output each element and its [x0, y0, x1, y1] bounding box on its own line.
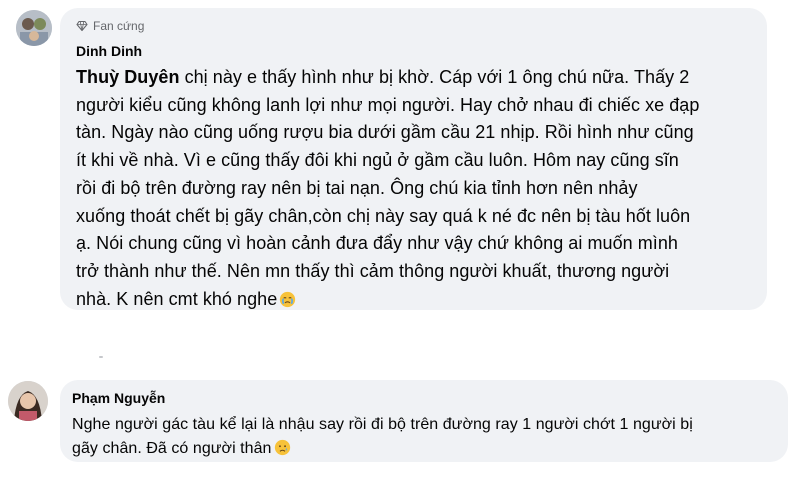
- comment-bubble: Fan cứng Dinh Dinh Thuỳ Duyên chị này e …: [60, 8, 767, 310]
- crying-face-emoji: [279, 291, 296, 308]
- comment-line: tàn. Ngày nào cũng uống rượu bia dưới gầ…: [76, 122, 694, 143]
- comment-text: Nghe người gác tàu kể lại là nhậu say rồ…: [72, 413, 784, 461]
- comment-line: gãy chân. Đã có người thân: [72, 440, 272, 457]
- comment-line: rồi đi bộ trên đường ray nên bị tai nạn.…: [76, 177, 638, 198]
- comment-line: Nghe người gác tàu kể lại là nhậu say rồ…: [72, 416, 693, 433]
- mention-link[interactable]: Thuỳ Duyên: [76, 67, 180, 87]
- thread-connector: [99, 356, 103, 358]
- avatar[interactable]: [8, 381, 48, 421]
- comment-text: Thuỳ Duyên chị này e thấy hình như bị kh…: [76, 64, 766, 313]
- comment-author[interactable]: Dinh Dinh: [76, 43, 142, 59]
- comment-bubble: Phạm Nguyễn Nghe người gác tàu kể lại là…: [60, 380, 788, 462]
- comment-line: xuống thoát chết bị gãy chân,còn chị này…: [76, 205, 691, 226]
- comment-line: trở thành như thế. Nên mn thấy thì cảm t…: [76, 260, 670, 281]
- sad-face-emoji: [274, 439, 291, 456]
- comment-author[interactable]: Phạm Nguyễn: [72, 390, 165, 406]
- avatar[interactable]: [16, 10, 52, 46]
- diamond-icon: [76, 20, 88, 32]
- comment-line: chị này e thấy hình như bị khờ. Cáp với …: [179, 67, 690, 87]
- comment-line: người kiểu cũng không lanh lợi như mọi n…: [76, 94, 700, 115]
- comment-line: ít khi về nhà. Vì e cũng thấy đôi khi ng…: [76, 150, 679, 171]
- badge-label: Fan cứng: [93, 19, 145, 33]
- comment-line: ạ. Nói chung cũng vì hoàn cảnh đưa đẩy n…: [76, 233, 678, 254]
- comment-line: nhà. K nên cmt khó nghe: [76, 288, 278, 309]
- top-fan-badge[interactable]: Fan cứng: [76, 19, 144, 33]
